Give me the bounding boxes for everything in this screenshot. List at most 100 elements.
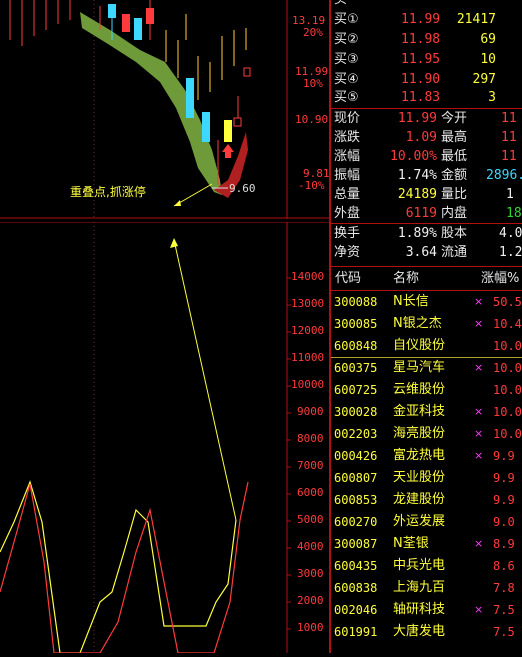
stock-row[interactable]: 300088 N长信 × 50.5 [331, 291, 522, 313]
candles [9, 0, 251, 185]
stock-pct: 9.0 [493, 515, 515, 529]
stock-code: 300088 [334, 295, 378, 309]
order-book-row[interactable]: 买④ 11.90 297 [331, 70, 522, 90]
stock-code: 600853 [334, 493, 378, 507]
order-book-row[interactable]: 买⑤ 11.83 3 [331, 88, 522, 108]
up-arrow-icon [222, 144, 234, 158]
pct-tick: 20% [303, 26, 323, 39]
stock-pct: 7.5 [493, 603, 515, 617]
stock-pct: 7.8 [493, 581, 515, 595]
stock-name: 自仪股份 [393, 338, 446, 353]
stock-row[interactable]: 600807 天业股份 9.9 [331, 467, 522, 489]
stock-row[interactable]: 002203 海亮股份 × 10.0 [331, 423, 522, 445]
y-tick-label: 9000 [297, 405, 324, 418]
stock-code: 300087 [334, 537, 378, 551]
stock-code: 300085 [334, 317, 378, 331]
stock-name: N银之杰 [393, 316, 442, 331]
y-tick-label: 11000 [291, 351, 325, 364]
y-tick-label: 3000 [297, 567, 324, 580]
stock-row[interactable]: 600853 龙建股份 9.9 [331, 489, 522, 511]
stock-code: 002203 [334, 427, 378, 441]
header-code[interactable]: 代码 [335, 268, 361, 290]
stock-name: N荃银 [393, 536, 429, 551]
stock-name: 云维股份 [393, 382, 446, 397]
quote-row: 外盘 6119 内盘 18 [334, 206, 522, 221]
stock-pct: 10.4 [493, 317, 522, 331]
stock-pct: 10.0 [493, 383, 522, 397]
kline-chart[interactable]: 13.19 20% 11.99 10% 10.90 9.81 -10% 9.60… [0, 0, 330, 219]
pct-tick: 10% [303, 77, 323, 90]
margin-mark-icon: × [474, 449, 484, 462]
y-tick-label: 12000 [291, 324, 325, 337]
stock-row[interactable]: 601991 大唐发电 7.5 [331, 621, 522, 643]
price-tick: 10.90 [295, 113, 329, 126]
stock-code: 300028 [334, 405, 378, 419]
header-pct[interactable]: 涨幅% [481, 268, 519, 290]
indicator-svg [0, 221, 330, 654]
stock-pct: 8.9 [493, 537, 515, 551]
stock-row[interactable]: 002046 轴研科技 × 7.5 [331, 599, 522, 621]
y-tick-label: 10000 [291, 378, 325, 391]
stock-name: 轴研科技 [393, 602, 446, 617]
quote-row: 振幅 1.74% 金额 2896. [334, 168, 522, 183]
stock-code: 600848 [334, 339, 378, 353]
stock-row[interactable]: 600725 云维股份 10.0 [331, 379, 522, 401]
stock-row[interactable]: 600848 自仪股份 10.0 [331, 335, 522, 357]
stock-code: 600725 [334, 383, 378, 397]
stock-row[interactable]: 300028 金亚科技 × 10.0 [331, 401, 522, 423]
stock-list-header: 代码 名称 涨幅% [331, 268, 522, 290]
quote-row: 总量 24189 量比 1 [334, 187, 514, 202]
stock-name: 上海九百 [393, 580, 446, 595]
stock-code: 002046 [334, 603, 378, 617]
stock-name: 龙建股份 [393, 492, 446, 507]
stock-row[interactable]: 600375 星马汽车 × 10.0 [331, 357, 522, 379]
margin-mark-icon: × [474, 603, 484, 616]
pct-tick: -10% [298, 179, 325, 192]
stock-pct: 9.9 [493, 493, 515, 507]
stock-code: 600838 [334, 581, 378, 595]
margin-mark-icon: × [474, 537, 484, 550]
stock-name: 天业股份 [393, 470, 446, 485]
stock-row[interactable]: 300085 N银之杰 × 10.4 [331, 313, 522, 335]
stock-code: 600375 [334, 361, 378, 375]
y-tick-label: 7000 [297, 459, 324, 472]
stock-pct: 7.5 [493, 625, 515, 639]
stock-row[interactable]: 000426 富龙热电 × 9.9 [331, 445, 522, 467]
indicator-line-yellow [0, 480, 237, 654]
quote-row: 涨幅 10.00% 最低 11 [334, 149, 517, 164]
quote-row: 现价 11.99 今开 11 [334, 111, 517, 126]
ma-band-green [80, 12, 222, 195]
stock-name: 外运发展 [393, 514, 446, 529]
margin-mark-icon: × [474, 405, 484, 418]
order-book-row[interactable]: 买① 11.99 21417 [331, 10, 522, 30]
divider [331, 266, 522, 267]
quote-row: 涨跌 1.09 最高 11 [334, 130, 517, 145]
order-book-row[interactable]: 买③ 11.95 10 [331, 50, 522, 70]
kline-svg [0, 0, 330, 219]
long-arrow-line [173, 239, 237, 521]
header-name[interactable]: 名称 [393, 268, 419, 290]
stock-code: 000426 [334, 449, 378, 463]
stock-row[interactable]: 600838 上海九百 7.8 [331, 577, 522, 599]
stock-row[interactable]: 600270 外运发展 9.0 [331, 511, 522, 533]
stock-pct: 9.9 [493, 449, 515, 463]
stock-name: 大唐发电 [393, 624, 446, 639]
order-book-row[interactable]: 买② 11.98 69 [331, 30, 522, 50]
stock-name: 星马汽车 [393, 360, 446, 375]
y-tick-label: 1000 [297, 621, 324, 634]
stock-row[interactable]: 300087 N荃银 × 8.9 [331, 533, 522, 555]
stock-pct: 10.0 [493, 339, 522, 353]
low-price-label: 9.60 [229, 182, 256, 195]
annotation-text: 重叠点,抓涨停 [70, 185, 146, 199]
stock-code: 601991 [334, 625, 378, 639]
indicator-chart[interactable]: 14000 13000 12000 11000 10000 9000 8000 … [0, 221, 330, 654]
stock-row[interactable]: 600435 中兵光电 8.6 [331, 555, 522, 577]
margin-mark-icon: × [474, 361, 484, 374]
stock-name: 中兵光电 [393, 558, 446, 573]
y-tick-label: 8000 [297, 432, 324, 445]
margin-mark-icon: × [474, 317, 484, 330]
stock-pct: 9.9 [493, 471, 515, 485]
y-tick-label: 6000 [297, 486, 324, 499]
stock-name: N长信 [393, 294, 429, 309]
stock-code: 600807 [334, 471, 378, 485]
